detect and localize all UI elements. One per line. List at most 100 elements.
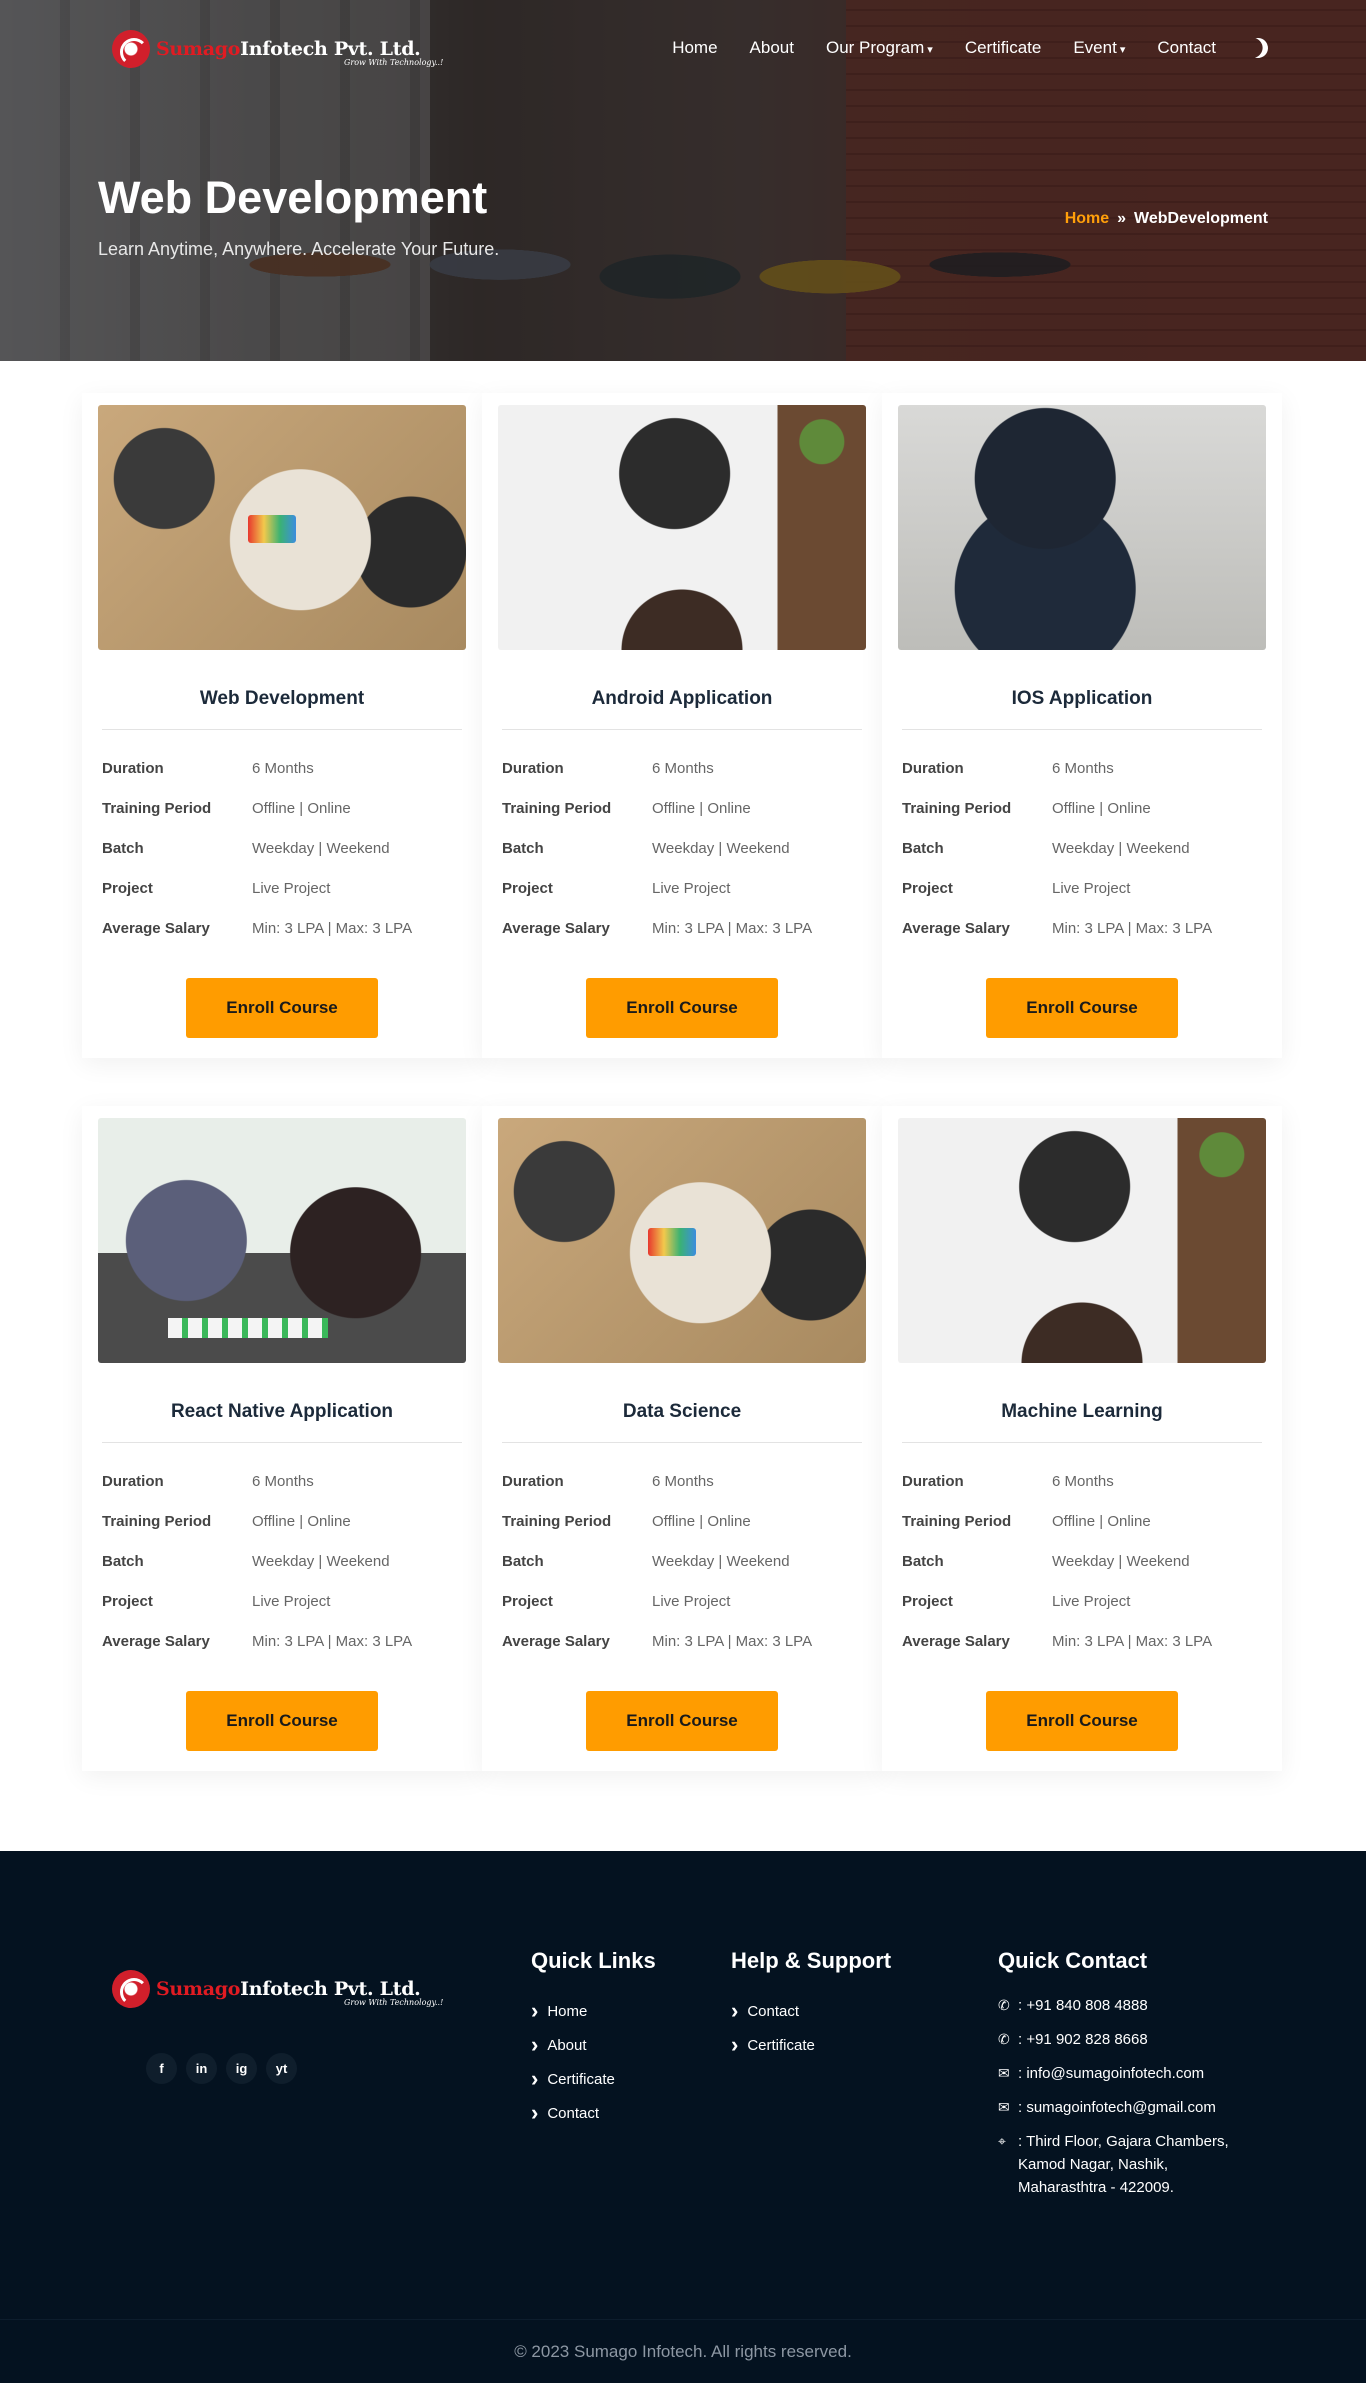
contact-phone-2[interactable]: ✆: +91 902 828 8668 bbox=[998, 2028, 1258, 2062]
detail-label: Duration bbox=[502, 1472, 564, 1490]
detail-label: Project bbox=[102, 1592, 153, 1610]
detail-value: Offline | Online bbox=[652, 799, 751, 817]
detail-row-training-period: Training Period Offline | Online bbox=[902, 1501, 1262, 1541]
detail-label: Training Period bbox=[902, 799, 1012, 817]
detail-row-project: Project Live Project bbox=[502, 868, 862, 908]
moon-icon[interactable] bbox=[1245, 35, 1271, 61]
detail-label: Duration bbox=[902, 759, 964, 777]
course-grid: Web Development Duration 6 Months Trainin… bbox=[0, 361, 1366, 1819]
footer-help-support: Help & Support Contact Certificate bbox=[731, 1948, 891, 2062]
detail-label: Training Period bbox=[102, 799, 212, 817]
course-image bbox=[498, 405, 866, 650]
nav-about[interactable]: About bbox=[750, 38, 794, 58]
detail-row-duration: Duration 6 Months bbox=[902, 1461, 1262, 1501]
detail-label: Batch bbox=[902, 839, 944, 857]
detail-label: Average Salary bbox=[502, 1632, 610, 1650]
detail-value: Offline | Online bbox=[652, 1512, 751, 1530]
detail-label: Project bbox=[902, 879, 953, 897]
footer-brand-logo[interactable]: SumagoInfotech Pvt. Ltd. Grow With Techn… bbox=[112, 1970, 443, 2008]
detail-value: Weekday | Weekend bbox=[1052, 1552, 1190, 1570]
brand-tagline: Grow With Technology..! bbox=[344, 58, 444, 67]
contact-phone-1[interactable]: ✆: +91 840 808 4888 bbox=[998, 1994, 1258, 2028]
social-links: f in ig yt bbox=[146, 2053, 297, 2084]
brand-name: SumagoInfotech Pvt. Ltd. bbox=[156, 1978, 421, 2000]
detail-row-batch: Batch Weekday | Weekend bbox=[102, 1541, 462, 1581]
detail-label: Average Salary bbox=[902, 919, 1010, 937]
enroll-course-button[interactable]: Enroll Course bbox=[186, 1691, 378, 1751]
enroll-course-button[interactable]: Enroll Course bbox=[986, 978, 1178, 1038]
detail-value: Live Project bbox=[252, 1592, 331, 1610]
course-image bbox=[98, 1118, 466, 1363]
footer-link-certificate[interactable]: Certificate bbox=[531, 2062, 656, 2096]
nav-certificate[interactable]: Certificate bbox=[965, 38, 1042, 58]
detail-label: Batch bbox=[902, 1552, 944, 1570]
linkedin-icon[interactable]: in bbox=[186, 2053, 217, 2084]
divider bbox=[902, 729, 1262, 730]
detail-label: Average Salary bbox=[102, 1632, 210, 1650]
detail-label: Training Period bbox=[102, 1512, 212, 1530]
detail-row-project: Project Live Project bbox=[902, 868, 1262, 908]
detail-label: Project bbox=[502, 1592, 553, 1610]
contact-email-1[interactable]: ✉: info@sumagoinfotech.com bbox=[998, 2062, 1258, 2096]
course-title: Machine Learning bbox=[1001, 1401, 1163, 1422]
detail-row-batch: Batch Weekday | Weekend bbox=[902, 828, 1262, 868]
copyright: © 2023 Sumago Infotech. All rights reser… bbox=[0, 2319, 1366, 2383]
detail-label: Project bbox=[502, 879, 553, 897]
instagram-icon[interactable]: ig bbox=[226, 2053, 257, 2084]
detail-value: Weekday | Weekend bbox=[652, 1552, 790, 1570]
course-image bbox=[98, 405, 466, 650]
detail-label: Training Period bbox=[502, 799, 612, 817]
detail-row-project: Project Live Project bbox=[102, 1581, 462, 1621]
nav-home[interactable]: Home bbox=[672, 38, 717, 58]
detail-value: Offline | Online bbox=[1052, 1512, 1151, 1530]
course-details: Duration 6 Months Training Period Offline … bbox=[898, 1461, 1266, 1661]
footer-heading: Quick Contact bbox=[998, 1948, 1148, 1973]
footer-link-contact[interactable]: Contact bbox=[531, 2096, 656, 2130]
course-title: IOS Application bbox=[1011, 688, 1153, 709]
brand-name: SumagoInfotech Pvt. Ltd. bbox=[156, 38, 421, 60]
enroll-course-button[interactable]: Enroll Course bbox=[586, 1691, 778, 1751]
page-title: Web Development bbox=[98, 172, 488, 223]
footer-link-contact[interactable]: Contact bbox=[731, 1994, 891, 2028]
detail-value: Weekday | Weekend bbox=[252, 1552, 390, 1570]
divider bbox=[502, 729, 862, 730]
detail-label: Average Salary bbox=[502, 919, 610, 937]
detail-value: Min: 3 LPA | Max: 3 LPA bbox=[252, 1632, 413, 1650]
nav-event-dropdown[interactable]: Event bbox=[1073, 38, 1125, 58]
detail-label: Batch bbox=[102, 839, 144, 857]
nav-contact[interactable]: Contact bbox=[1157, 38, 1216, 58]
detail-row-project: Project Live Project bbox=[502, 1581, 862, 1621]
detail-row-training-period: Training Period Offline | Online bbox=[902, 788, 1262, 828]
footer-link-about[interactable]: About bbox=[531, 2028, 656, 2062]
footer-heading: Quick Links bbox=[531, 1948, 656, 1973]
nav-our-program-dropdown[interactable]: Our Program bbox=[826, 38, 933, 58]
detail-row-duration: Duration 6 Months bbox=[502, 1461, 862, 1501]
enroll-course-button[interactable]: Enroll Course bbox=[986, 1691, 1178, 1751]
footer-link-certificate[interactable]: Certificate bbox=[731, 2028, 891, 2062]
detail-row-training-period: Training Period Offline | Online bbox=[502, 1501, 862, 1541]
detail-row-duration: Duration 6 Months bbox=[502, 748, 862, 788]
detail-row-average-salary: Average Salary Min: 3 LPA | Max: 3 LPA bbox=[502, 1621, 862, 1661]
divider bbox=[102, 1442, 462, 1443]
detail-label: Duration bbox=[102, 1472, 164, 1490]
detail-value: Live Project bbox=[652, 1592, 731, 1610]
facebook-icon[interactable]: f bbox=[146, 2053, 177, 2084]
detail-label: Training Period bbox=[902, 1512, 1012, 1530]
footer-link-home[interactable]: Home bbox=[531, 1994, 656, 2028]
course-card: Web Development Duration 6 Months Trainin… bbox=[82, 393, 482, 1058]
detail-row-average-salary: Average Salary Min: 3 LPA | Max: 3 LPA bbox=[902, 908, 1262, 948]
detail-label: Duration bbox=[902, 1472, 964, 1490]
detail-value: Live Project bbox=[1052, 1592, 1131, 1610]
course-card: Machine Learning Duration 6 Months Traini… bbox=[882, 1106, 1282, 1771]
enroll-course-button[interactable]: Enroll Course bbox=[186, 978, 378, 1038]
breadcrumb-home[interactable]: Home bbox=[1065, 210, 1109, 228]
detail-label: Batch bbox=[502, 1552, 544, 1570]
detail-value: Offline | Online bbox=[1052, 799, 1151, 817]
brand-logo[interactable]: SumagoInfotech Pvt. Ltd. Grow With Techn… bbox=[112, 30, 443, 68]
course-details: Duration 6 Months Training Period Offline … bbox=[898, 748, 1266, 948]
enroll-course-button[interactable]: Enroll Course bbox=[586, 978, 778, 1038]
detail-value: Min: 3 LPA | Max: 3 LPA bbox=[652, 1632, 813, 1650]
youtube-icon[interactable]: yt bbox=[266, 2053, 297, 2084]
detail-value: Offline | Online bbox=[252, 799, 351, 817]
contact-email-2[interactable]: ✉: sumagoinfotech@gmail.com bbox=[998, 2096, 1258, 2130]
